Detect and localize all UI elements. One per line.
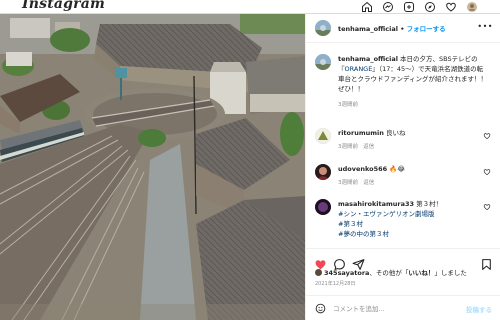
header-username-line: tenhama_official • フォローする [338, 23, 446, 33]
comment-text: 第３村！ [414, 200, 443, 208]
comment-like-icon[interactable] [483, 132, 491, 140]
home-icon[interactable] [361, 1, 373, 13]
liked-by-avatar-glyph [315, 269, 322, 276]
activity-heart-icon[interactable] [445, 1, 457, 13]
comment-time[interactable]: 3週間前 [338, 144, 358, 150]
comment-time[interactable]: 3週間前 [338, 180, 358, 186]
hashtag-link[interactable]: #第３村 [338, 219, 488, 229]
comment-composer: 投稿する [306, 295, 500, 320]
caption-link[interactable]: ORANGE [345, 65, 373, 73]
comment-username[interactable]: udovenko566 [338, 165, 387, 173]
reply-button[interactable]: 返信 [363, 180, 374, 186]
comment-like-icon[interactable] [483, 203, 491, 211]
top-navigation-bar: Instagram [0, 0, 500, 14]
caption-time[interactable]: 3週間前 [338, 100, 358, 108]
liked-by-quote-close: 」しました [434, 269, 467, 277]
comment-text-block: udovenko566 🔥😂 [338, 164, 488, 174]
comment-meta: 3週間前 返信 [338, 142, 374, 150]
comments-list: tenhama_official 本日の夕方、SBSテレビの『ORANGE』（1… [306, 44, 500, 249]
hashtag-link[interactable]: #シン・エヴァンゲリオン劇場版 [338, 209, 488, 219]
comment-text-block: masahirokitamura33 第３村！ #シン・エヴァンゲリオン劇場版 … [338, 199, 488, 239]
more-options-icon[interactable]: ••• [477, 22, 493, 31]
comment-username[interactable]: masahirokitamura33 [338, 200, 414, 208]
comment-text: 🔥😂 [387, 165, 405, 173]
reply-button[interactable]: 返信 [363, 144, 374, 150]
new-post-icon[interactable] [403, 1, 415, 13]
comment-username[interactable]: ritorumumin [338, 129, 384, 137]
profile-avatar[interactable] [466, 1, 478, 13]
nav-icon-group [361, 1, 478, 13]
hashtag-link[interactable]: #夢の中の第３村 [338, 229, 488, 239]
comment-avatar[interactable] [315, 164, 331, 180]
liked-by-quote-open: が「 [395, 269, 409, 277]
comment-first-line: masahirokitamura33 第３村！ [338, 199, 488, 209]
liked-by-username[interactable]: 345sayatora [324, 269, 369, 277]
comment-input[interactable] [333, 302, 453, 315]
comment-meta: 3週間前 返信 [338, 178, 374, 186]
header-separator: • [397, 25, 407, 33]
explore-icon[interactable] [424, 1, 436, 13]
comment-like-icon[interactable] [483, 168, 491, 176]
post-comment-button[interactable]: 投稿する [466, 304, 492, 314]
comment-text: 良いね [383, 129, 406, 137]
messenger-icon[interactable] [382, 1, 394, 13]
likes-link[interactable]: いいね！ [408, 269, 434, 277]
comment-avatar[interactable] [315, 199, 331, 215]
post-detail-panel: tenhama_official • フォローする ••• tenhama_of… [305, 14, 500, 320]
post-image[interactable] [0, 14, 305, 320]
save-bookmark-icon[interactable] [480, 258, 493, 271]
instagram-logo[interactable]: Instagram [22, 0, 105, 12]
post-date[interactable]: 2021年12月28日 [315, 280, 355, 287]
caption-avatar[interactable] [315, 54, 331, 70]
caption-username[interactable]: tenhama_official [338, 55, 398, 63]
liked-by-text: 345sayatora、その他が「いいね！」しました [315, 267, 467, 277]
comment-avatar[interactable] [315, 128, 331, 144]
comment-text-block: ritorumumin 良いね [338, 128, 488, 138]
author-avatar[interactable] [315, 20, 331, 36]
follow-button[interactable]: フォローする [407, 25, 446, 33]
header-username[interactable]: tenhama_official [338, 25, 398, 33]
emoji-smile-icon[interactable] [315, 303, 326, 314]
post-header: tenhama_official • フォローする ••• [306, 14, 500, 43]
caption-text-block: tenhama_official 本日の夕方、SBSテレビの『ORANGE』（1… [338, 54, 488, 94]
post-actions-bar [306, 248, 500, 284]
liked-by-mid: 、その他 [369, 269, 396, 277]
